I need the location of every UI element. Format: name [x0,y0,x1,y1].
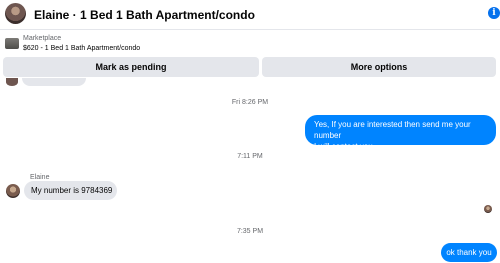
mark-as-pending-button[interactable]: Mark as pending [3,57,259,77]
outgoing-message[interactable]: ok thank you [441,243,497,262]
conversation-title[interactable]: Elaine · 1 Bed 1 Bath Apartment/condo [34,8,255,22]
more-options-button[interactable]: More options [262,57,496,77]
listing-thumbnail[interactable] [5,38,19,49]
info-icon[interactable]: i [488,7,500,19]
listing-source: Marketplace [23,35,62,42]
partial-message-bubble [22,78,86,86]
timestamp: 7:35 PM [236,228,264,235]
partial-contact-avatar [6,78,18,86]
sender-avatar[interactable] [6,184,20,198]
timestamp: Fri 8:26 PM [231,99,269,106]
message-text-line: I will contact you. [314,142,375,151]
seen-indicator-avatar [484,205,492,213]
incoming-message[interactable]: My number is 9784369 [24,181,117,200]
contact-avatar[interactable] [5,3,26,24]
sender-name: Elaine [30,174,50,181]
conversation-header: Elaine · 1 Bed 1 Bath Apartment/condo i [0,0,500,30]
message-text-line: Yes, If you are interested then send me … [314,120,471,140]
outgoing-message[interactable]: Yes, If you are interested then send me … [305,115,496,151]
message-thread[interactable]: Fri 8:26 PM Yes, If you are interested t… [0,78,500,263]
timestamp: 7:11 PM [237,153,263,160]
listing-title[interactable]: $620 - 1 Bed 1 Bath Apartment/condo [23,45,140,52]
